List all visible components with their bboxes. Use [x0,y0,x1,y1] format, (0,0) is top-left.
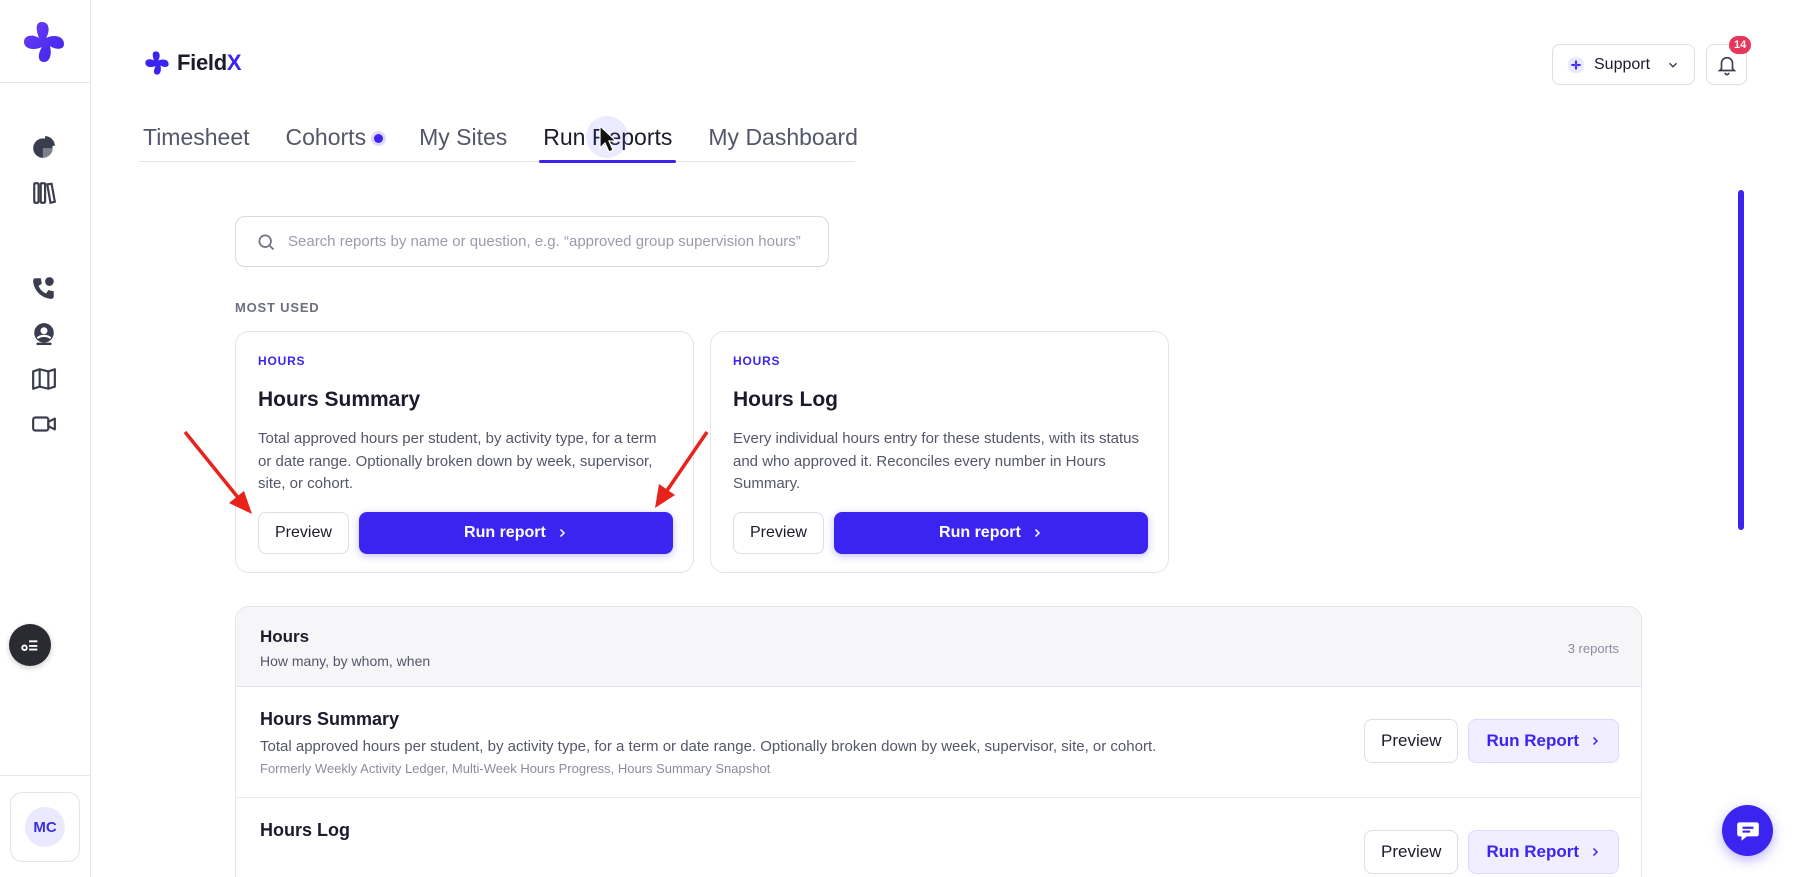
run-report-label: Run Report [1486,842,1579,861]
chevron-right-icon [1592,736,1599,746]
tab-my-sites[interactable]: My Sites [415,118,511,162]
group-subtitle: How many, by whom, when [260,653,431,669]
rail-divider [0,82,91,83]
phone-icon[interactable] [30,274,58,302]
tab-cohorts[interactable]: Cohorts [282,118,388,162]
cohorts-indicator-dot [374,134,384,144]
report-formerly: Formerly Weekly Activity Ledger, Multi-W… [260,761,771,776]
library-icon[interactable] [30,179,58,207]
run-report-label: Run Report [1486,731,1579,750]
support-logo-icon [1567,56,1585,73]
run-report-button[interactable]: Run Report [1468,830,1619,874]
tab-my-dashboard[interactable]: My Dashboard [704,118,862,162]
map-icon[interactable] [30,365,58,393]
run-report-label: Run report [464,524,546,541]
report-search[interactable] [235,216,829,267]
card-category-tag: HOURS [258,354,306,368]
list-item: Hours Log Preview Run Report [236,798,1641,877]
support-label: Support [1594,55,1651,73]
fieldx-logo-icon [145,51,169,75]
bell-icon [1717,56,1736,75]
user-menu[interactable]: MC [10,792,80,862]
search-icon [258,234,275,250]
video-icon[interactable] [30,410,58,438]
preview-button[interactable]: Preview [1363,830,1459,874]
fieldx-logo[interactable]: FieldX [143,49,242,77]
run-report-button[interactable]: Run report [833,512,1148,554]
cursor-highlight [586,116,628,158]
preview-button[interactable]: Preview [733,512,824,554]
card-category-tag: HOURS [733,354,781,368]
run-report-button[interactable]: Run report [358,512,673,554]
chevron-right-icon [1034,528,1040,538]
tab-timesheet[interactable]: Timesheet [139,118,254,162]
report-group-header: Hours How many, by whom, when 3 reports [236,607,1641,687]
chat-support-button[interactable] [1722,805,1773,856]
avatar[interactable]: MC [25,807,65,847]
rail-bottom-divider [0,775,91,776]
card-title: Hours Log [733,388,838,411]
card-title: Hours Summary [258,388,421,411]
chat-bubble-icon [1736,821,1759,841]
run-report-label: Run report [939,524,1021,541]
group-title: Hours [260,627,310,646]
report-card-hours-summary: HOURS Hours Summary Total approved hours… [235,331,694,573]
scrollbar-thumb[interactable] [1738,190,1744,530]
card-description: Every individual hours entry for these s… [733,430,1140,492]
chevron-right-icon [559,528,565,538]
report-card-hours-log: HOURS Hours Log Every individual hours e… [710,331,1169,573]
pie-chart-icon[interactable] [30,133,58,161]
search-input[interactable] [288,233,808,250]
notification-count-badge: 14 [1729,36,1752,54]
chevron-right-icon [1592,847,1599,857]
card-description: Total approved hours per student, by act… [258,430,657,492]
run-report-button[interactable]: Run Report [1468,719,1619,763]
logo-text: FieldX [177,50,242,75]
group-report-count: 3 reports [1567,641,1619,656]
support-dropdown[interactable]: Support [1552,44,1695,85]
main-tabs: Timesheet Cohorts My Sites Run Reports M… [139,118,858,163]
list-item: Hours Summary Total approved hours per s… [236,687,1641,798]
task-list-toggle-icon[interactable] [9,624,51,666]
preview-button[interactable]: Preview [1363,719,1459,763]
app-logo-icon[interactable] [20,18,68,66]
most-used-label: MOST USED [235,300,320,315]
preview-button[interactable]: Preview [258,512,349,554]
report-group-hours: Hours How many, by whom, when 3 reports … [235,606,1642,877]
chevron-down-icon [1669,62,1677,68]
left-rail: MC [0,0,91,877]
user-location-icon[interactable] [30,320,58,348]
